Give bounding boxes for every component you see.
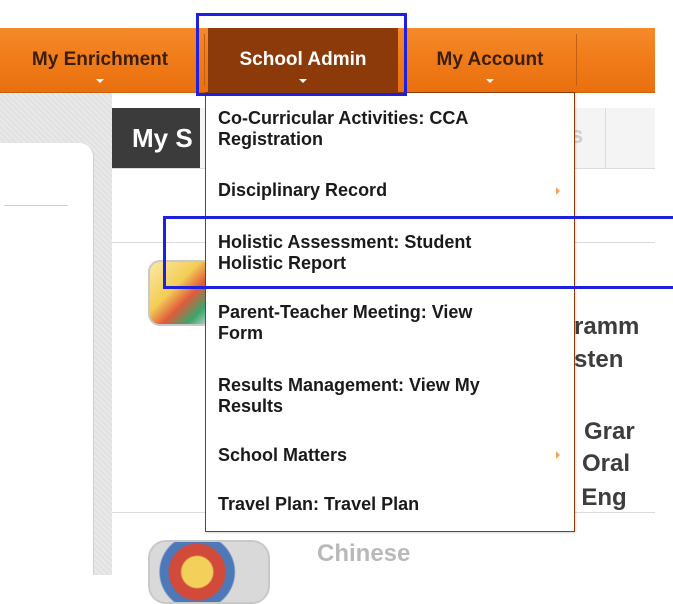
menu-item-label: Co-Curricular Activities: CCA	[218, 108, 469, 128]
course-title-fragment: sten	[574, 346, 624, 373]
menu-item-label: Disciplinary Record	[218, 180, 388, 200]
course-title-fragment: Oral	[582, 450, 631, 477]
menu-item-parent-teacher-meeting[interactable]: Parent-Teacher Meeting: View Form	[218, 302, 472, 344]
left-panel	[0, 143, 94, 575]
chevron-right-icon	[556, 451, 560, 459]
tab-my-subjects[interactable]: My S	[112, 108, 200, 168]
menu-item-label: Travel Plan: Travel Plan	[218, 494, 420, 514]
menu-item-disciplinary-record[interactable]: Disciplinary Record	[218, 180, 387, 201]
nav-separator	[576, 34, 577, 86]
divider	[605, 108, 606, 168]
course-title-chinese[interactable]: Chinese	[317, 540, 410, 568]
highlight-box-holistic-assessment	[163, 216, 673, 289]
chevron-right-icon	[556, 187, 560, 195]
menu-item-school-matters[interactable]: School Matters	[218, 445, 347, 466]
course-title-fragment: Grar	[584, 418, 635, 445]
nav-my-enrichment[interactable]: My Enrichment	[0, 28, 200, 92]
menu-item-label: School Matters	[218, 445, 348, 465]
divider	[4, 205, 68, 206]
chinese-app-icon[interactable]	[148, 540, 270, 604]
menu-item-cca-registration[interactable]: Co-Curricular Activities: CCA Registrati…	[218, 108, 468, 150]
nav-my-account-label: My Account	[436, 49, 544, 70]
menu-item-label: Parent-Teacher Meeting: View	[218, 302, 473, 322]
menu-item-results-management[interactable]: Results Management: View My Results	[218, 375, 480, 417]
nav-my-account[interactable]: My Account	[404, 28, 576, 92]
menu-item-label: Registration	[218, 129, 324, 149]
menu-item-label: Results	[218, 396, 284, 416]
nav-my-enrichment-label: My Enrichment	[31, 49, 169, 70]
menu-item-label: Results Management: View My	[218, 375, 480, 395]
highlight-box-school-admin	[196, 13, 407, 96]
chevron-down-icon	[96, 79, 104, 83]
chevron-down-icon	[486, 79, 494, 83]
course-title-fragment: ramm	[574, 313, 640, 340]
menu-item-travel-plan[interactable]: Travel Plan: Travel Plan	[218, 494, 419, 515]
menu-item-label: Form	[218, 323, 263, 343]
